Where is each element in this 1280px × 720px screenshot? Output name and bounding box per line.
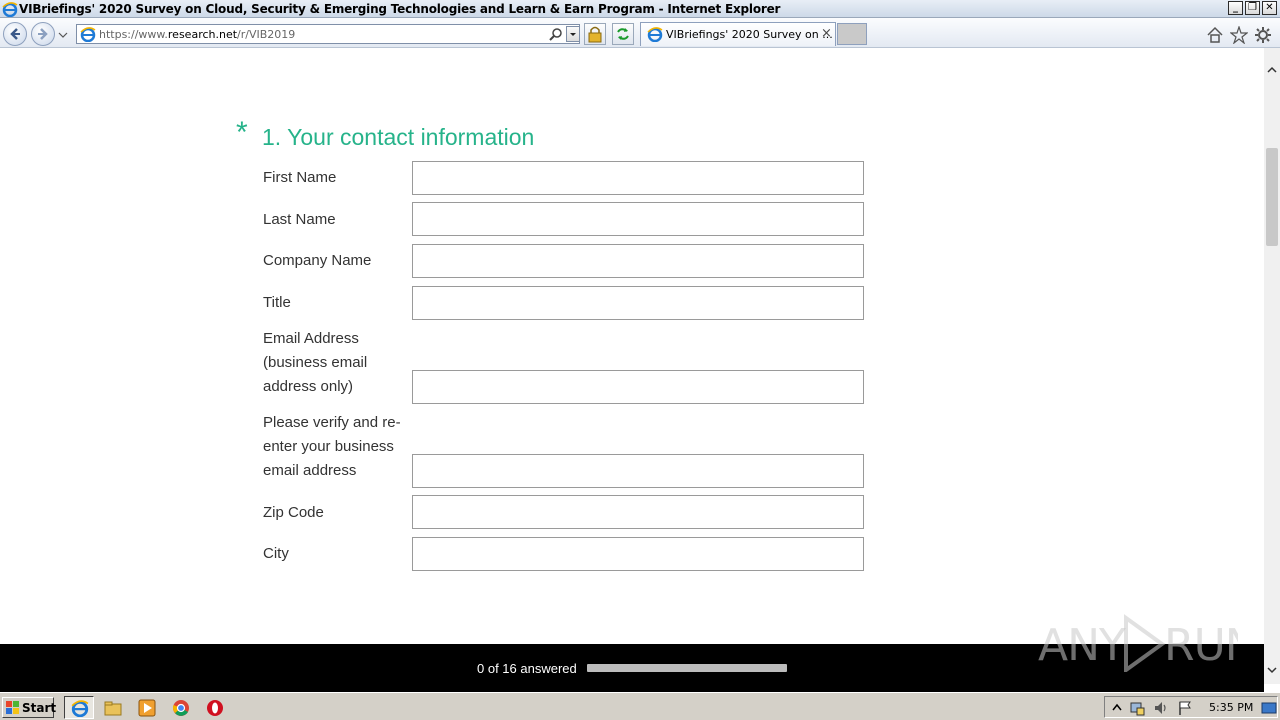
chevron-down-icon — [570, 33, 576, 36]
city-label: City — [263, 545, 289, 562]
last-name-field[interactable] — [412, 202, 864, 236]
volume-icon[interactable] — [1153, 700, 1169, 716]
email-field[interactable] — [412, 370, 864, 404]
title-field[interactable] — [412, 286, 864, 320]
svg-text:RUN: RUN — [1164, 620, 1238, 671]
search-icon[interactable] — [549, 27, 563, 41]
file-explorer-icon[interactable] — [104, 699, 122, 717]
first-name-field[interactable] — [412, 161, 864, 195]
scrollbar-thumb[interactable] — [1266, 148, 1278, 246]
internet-explorer-icon — [71, 700, 89, 717]
restore-icon: ❐ — [1248, 2, 1257, 13]
window-title-bar[interactable]: VIBriefings' 2020 Survey on Cloud, Secur… — [0, 0, 1280, 18]
first-name-label: First Name — [263, 169, 337, 186]
action-center-icon[interactable] — [1129, 700, 1145, 716]
settings-gear-icon[interactable] — [1254, 26, 1272, 44]
media-player-icon[interactable] — [138, 699, 156, 717]
refresh-button[interactable] — [612, 23, 634, 45]
city-field[interactable] — [412, 537, 864, 571]
clock[interactable]: 5:35 PM — [1209, 701, 1253, 714]
url-host: research.net — [167, 28, 238, 41]
tab-survey[interactable]: VIBriefings' 2020 Survey on ... × — [640, 22, 836, 46]
verify-email-field[interactable] — [412, 454, 864, 488]
address-url[interactable]: https://www.research.net/r/VIB2019 — [99, 28, 295, 41]
show-desktop-icon[interactable] — [1261, 700, 1277, 716]
windows-taskbar: Start 5:35 PM — [0, 692, 1280, 720]
verify-email-label: Please verify and re-enter your business… — [263, 414, 401, 479]
survey-page: * 1. Your contact information First Name… — [0, 48, 1264, 644]
forward-arrow-icon — [38, 28, 48, 40]
required-marker: * — [236, 116, 248, 149]
close-icon: ✕ — [1265, 2, 1274, 13]
zip-code-field[interactable] — [412, 495, 864, 529]
system-tray: 5:35 PM — [1104, 696, 1278, 718]
history-dropdown-icon[interactable] — [58, 30, 68, 40]
start-button[interactable]: Start — [2, 697, 57, 718]
favorites-star-icon[interactable] — [1230, 26, 1248, 44]
opera-icon[interactable] — [206, 699, 224, 717]
taskbar-ie-window[interactable] — [64, 696, 94, 719]
page-favicon-icon — [80, 27, 96, 42]
flag-icon[interactable] — [1177, 700, 1193, 716]
company-name-field[interactable] — [412, 244, 864, 278]
home-icon[interactable] — [1206, 26, 1224, 44]
back-arrow-icon — [10, 28, 20, 40]
new-tab-button[interactable] — [837, 23, 867, 45]
zip-code-label: Zip Code — [263, 504, 324, 521]
url-prefix: https://www. — [99, 28, 168, 41]
anyrun-watermark-logo: ANY RUN — [1038, 614, 1238, 672]
back-button[interactable] — [3, 22, 27, 46]
lock-icon — [588, 26, 602, 43]
scroll-up-icon[interactable] — [1267, 65, 1277, 75]
show-hidden-icons-icon[interactable] — [1109, 700, 1125, 716]
last-name-label: Last Name — [263, 211, 336, 228]
windows-logo-icon — [6, 701, 19, 714]
title-label: Title — [263, 294, 291, 311]
tab-favicon-icon — [647, 27, 663, 42]
internet-explorer-icon — [2, 2, 18, 17]
email-label: Email Address (business email address on… — [263, 330, 368, 395]
window-title: VIBriefings' 2020 Survey on Cloud, Secur… — [19, 2, 781, 16]
chrome-icon[interactable] — [172, 699, 190, 717]
question-title: 1. Your contact information — [262, 124, 535, 150]
tab-label: VIBriefings' 2020 Survey on ... — [666, 28, 833, 41]
minimize-icon: _ — [1233, 2, 1238, 13]
address-bar[interactable]: https://www.research.net/r/VIB2019 — [76, 24, 580, 44]
forward-button[interactable] — [31, 22, 55, 46]
svg-text:ANY: ANY — [1038, 620, 1126, 671]
progress-text: 0 of 16 answered — [477, 661, 577, 676]
scroll-down-icon[interactable] — [1267, 665, 1277, 675]
start-label: Start — [22, 701, 57, 715]
close-window-button[interactable]: ✕ — [1262, 1, 1277, 15]
address-dropdown-button[interactable] — [566, 26, 580, 42]
progress-bar — [587, 664, 787, 672]
refresh-icon — [617, 28, 629, 40]
company-name-label: Company Name — [263, 252, 372, 269]
page-scrollbar[interactable] — [1264, 48, 1280, 684]
minimize-button[interactable]: _ — [1228, 1, 1243, 15]
security-lock-button[interactable] — [584, 23, 606, 45]
restore-button[interactable]: ❐ — [1245, 1, 1260, 15]
url-path: /r/VIB2019 — [237, 28, 296, 41]
tab-close-icon[interactable]: × — [821, 26, 832, 41]
